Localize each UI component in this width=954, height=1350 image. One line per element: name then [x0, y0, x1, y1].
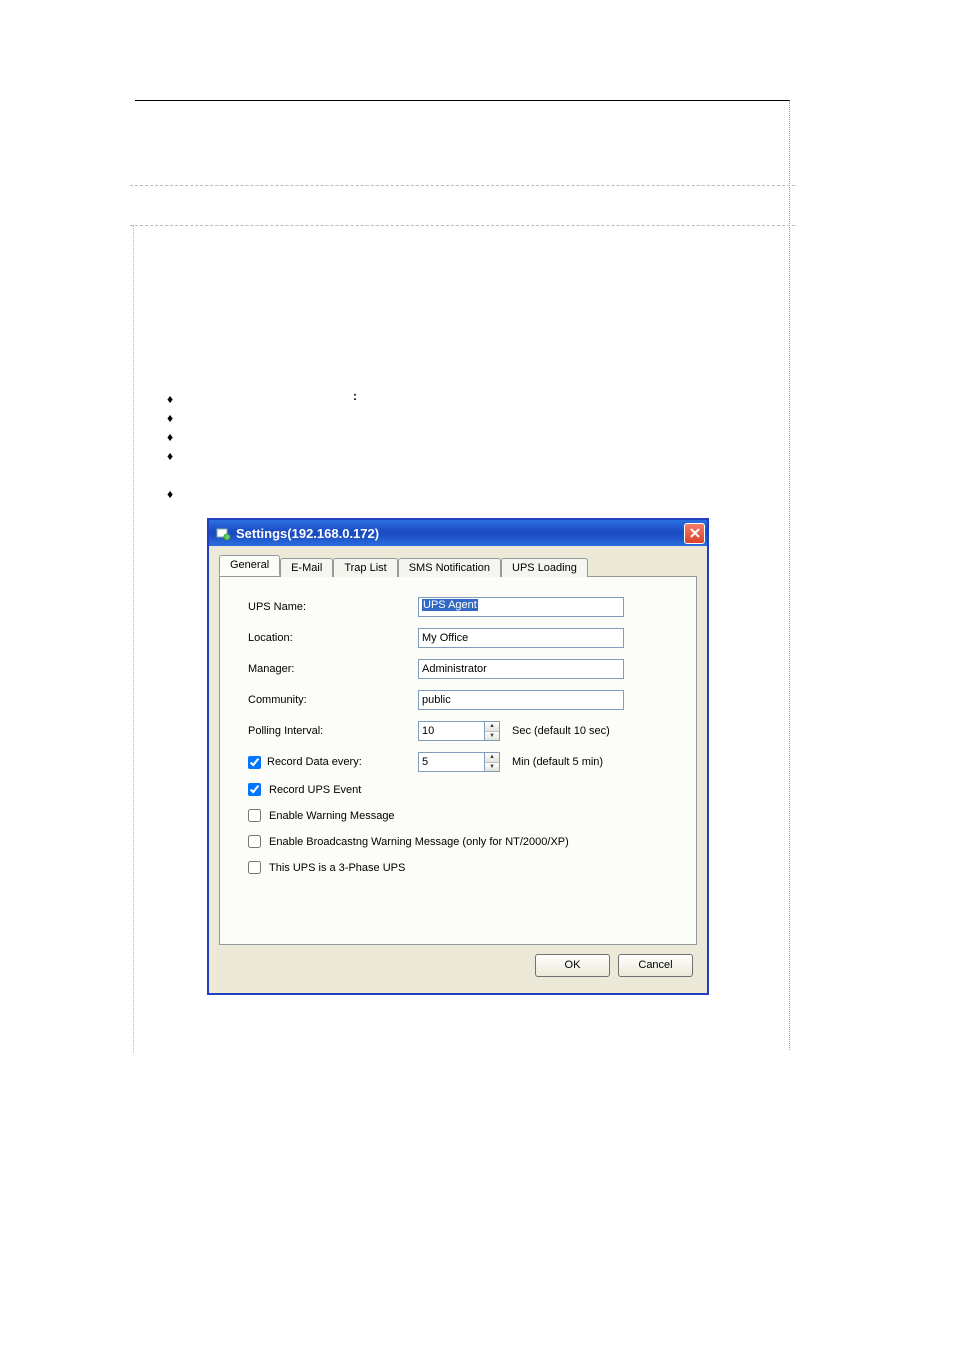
enable-broadcast-label: Enable Broadcastng Warning Message (only… [269, 836, 569, 848]
community-label: Community: [248, 694, 418, 706]
bullet: ♦ [167, 390, 173, 409]
dialog-title: Settings(192.168.0.172) [236, 526, 684, 541]
manager-input[interactable] [418, 659, 624, 679]
threephase-checkbox[interactable] [248, 861, 261, 874]
manager-label: Manager: [248, 663, 418, 675]
enable-warning-label: Enable Warning Message [269, 810, 395, 822]
tab-upsloading[interactable]: UPS Loading [501, 558, 588, 577]
divider [130, 185, 795, 186]
record-data-input[interactable] [418, 752, 484, 772]
bullet: ♦ [167, 485, 173, 504]
bullet: ♦ [167, 409, 173, 428]
record-data-checkbox[interactable] [248, 756, 261, 769]
polling-suffix: Sec (default 10 sec) [512, 725, 610, 737]
polling-input[interactable] [418, 721, 484, 741]
settings-dialog: Settings(192.168.0.172) General E-Mail T… [207, 518, 709, 995]
record-event-label: Record UPS Event [269, 784, 361, 796]
ok-button[interactable]: OK [535, 954, 610, 977]
ups-name-label: UPS Name: [248, 601, 418, 613]
enable-warning-checkbox[interactable] [248, 809, 261, 822]
enable-broadcast-checkbox[interactable] [248, 835, 261, 848]
app-icon [215, 525, 231, 541]
community-input[interactable] [418, 690, 624, 710]
record-data-spinner[interactable]: ▲ ▼ [484, 752, 500, 772]
bullet: ♦ [167, 447, 173, 466]
record-data-label: Record Data every: [267, 756, 362, 768]
tab-sms[interactable]: SMS Notification [398, 558, 501, 577]
colon: : [353, 389, 357, 403]
chevron-up-icon[interactable]: ▲ [485, 753, 499, 763]
tab-panel-general: UPS Name: UPS Agent Location: Manager: C… [219, 577, 697, 945]
cancel-button[interactable]: Cancel [618, 954, 693, 977]
tab-traplist[interactable]: Trap List [333, 558, 397, 577]
titlebar[interactable]: Settings(192.168.0.172) [209, 520, 707, 546]
tab-row: General E-Mail Trap List SMS Notificatio… [219, 556, 697, 577]
chevron-up-icon[interactable]: ▲ [485, 722, 499, 732]
tab-container: General E-Mail Trap List SMS Notificatio… [209, 546, 707, 945]
tab-general[interactable]: General [219, 555, 280, 576]
polling-spinner[interactable]: ▲ ▼ [484, 721, 500, 741]
chevron-down-icon[interactable]: ▼ [485, 732, 499, 741]
dialog-button-bar: OK Cancel [209, 945, 707, 985]
tab-email[interactable]: E-Mail [280, 558, 333, 577]
location-label: Location: [248, 632, 418, 644]
record-event-checkbox[interactable] [248, 783, 261, 796]
record-data-suffix: Min (default 5 min) [512, 756, 603, 768]
divider [133, 225, 134, 1053]
ups-name-input[interactable]: UPS Agent [418, 597, 624, 617]
polling-label: Polling Interval: [248, 725, 418, 737]
bullet-list: ♦ ♦ ♦ ♦ ♦ [167, 390, 173, 504]
threephase-label: This UPS is a 3-Phase UPS [269, 862, 405, 874]
bullet: ♦ [167, 428, 173, 447]
close-button[interactable] [684, 523, 705, 544]
location-input[interactable] [418, 628, 624, 648]
chevron-down-icon[interactable]: ▼ [485, 763, 499, 772]
divider [130, 225, 795, 226]
